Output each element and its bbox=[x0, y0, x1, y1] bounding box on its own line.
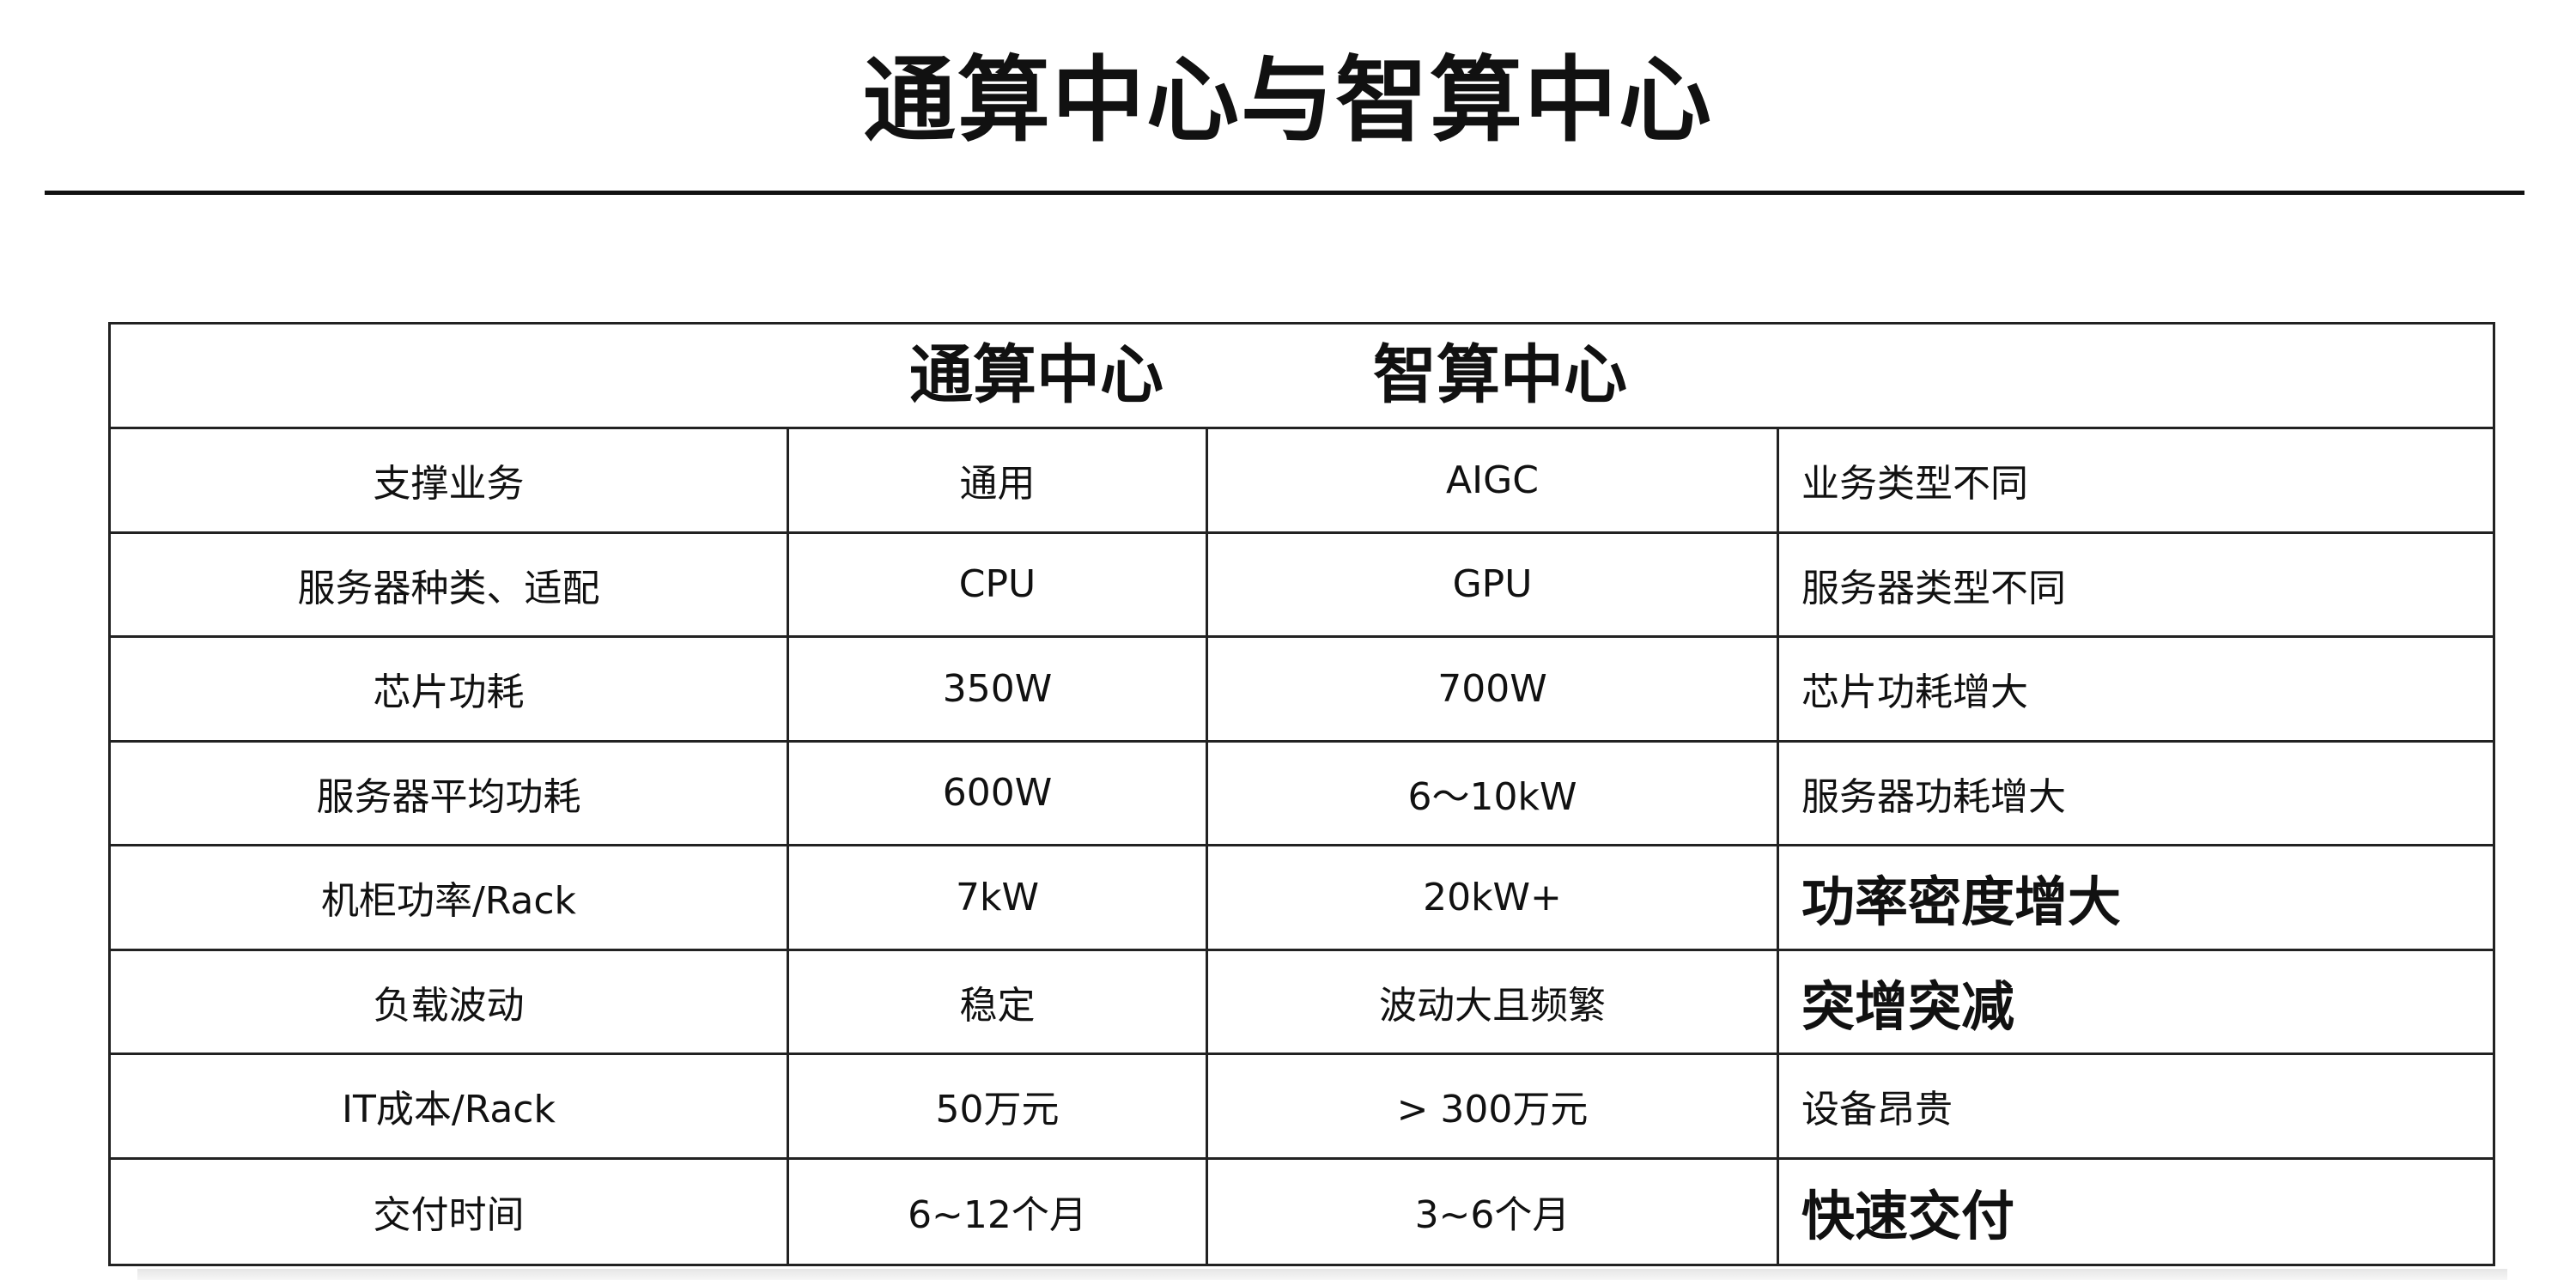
table-row: 支撑业务 通用 AIGC 业务类型不同 bbox=[111, 429, 2493, 534]
cell-item: IT成本/Rack bbox=[111, 1055, 789, 1157]
cell-general-computing: 6~12个月 bbox=[789, 1159, 1208, 1264]
cell-intelligent-computing: 波动大且频繁 bbox=[1208, 950, 1779, 1053]
table-row: 服务器种类、适配 CPU GPU 服务器类型不同 bbox=[111, 533, 2493, 638]
cell-intelligent-computing: 3~6个月 bbox=[1208, 1159, 1779, 1264]
cell-intelligent-computing: GPU bbox=[1208, 533, 1779, 635]
cell-intelligent-computing: AIGC bbox=[1208, 429, 1779, 531]
cell-item: 负载波动 bbox=[111, 950, 789, 1053]
cell-general-computing: 600W bbox=[789, 742, 1208, 844]
table-row: 机柜功率/Rack 7kW 20kW+ 功率密度增大 bbox=[111, 846, 2493, 951]
cell-intelligent-computing: 20kW+ bbox=[1208, 846, 1779, 949]
cell-general-computing: 稳定 bbox=[789, 950, 1208, 1053]
table-row: 芯片功耗 350W 700W 芯片功耗增大 bbox=[111, 638, 2493, 743]
cell-difference: 服务器类型不同 bbox=[1801, 566, 2066, 610]
header-intelligent-computing: 智算中心 bbox=[1373, 338, 1627, 412]
table-row: 交付时间 6~12个月 3~6个月 快速交付 bbox=[111, 1159, 2493, 1264]
cell-item: 支撑业务 bbox=[111, 429, 789, 531]
cell-difference: 突增突减 bbox=[1801, 974, 2015, 1038]
table-row: IT成本/Rack 50万元 > 300万元 设备昂贵 bbox=[111, 1055, 2493, 1160]
cell-difference: 服务器功耗增大 bbox=[1801, 774, 2066, 819]
scan-edge-shadow bbox=[137, 1269, 2507, 1280]
cell-item: 服务器平均功耗 bbox=[111, 742, 789, 844]
cell-general-computing: 350W bbox=[789, 638, 1208, 740]
cell-general-computing: 7kW bbox=[789, 846, 1208, 949]
cell-general-computing: 50万元 bbox=[789, 1055, 1208, 1157]
cell-difference: 快速交付 bbox=[1801, 1185, 2015, 1248]
cell-difference: 业务类型不同 bbox=[1801, 462, 2028, 507]
cell-difference: 芯片功耗增大 bbox=[1801, 670, 2028, 715]
cell-general-computing: CPU bbox=[789, 533, 1208, 635]
header-general-computing: 通算中心 bbox=[909, 338, 1163, 412]
table-row: 负载波动 稳定 波动大且频繁 突增突减 bbox=[111, 950, 2493, 1055]
page-title: 通算中心与智算中心 bbox=[862, 47, 1713, 155]
cell-item: 服务器种类、适配 bbox=[111, 533, 789, 635]
cell-intelligent-computing: > 300万元 bbox=[1208, 1055, 1779, 1157]
cell-item: 交付时间 bbox=[111, 1159, 789, 1264]
cell-intelligent-computing: 6～10kW bbox=[1208, 742, 1779, 844]
table-header-row: 通算中心 智算中心 bbox=[111, 325, 2493, 429]
cell-intelligent-computing: 700W bbox=[1208, 638, 1779, 740]
cell-item: 芯片功耗 bbox=[111, 638, 789, 740]
table-row: 服务器平均功耗 600W 6～10kW 服务器功耗增大 bbox=[111, 742, 2493, 846]
cell-difference: 设备昂贵 bbox=[1801, 1088, 1953, 1132]
cell-difference: 功率密度增大 bbox=[1801, 871, 2122, 934]
cell-item: 机柜功率/Rack bbox=[111, 846, 789, 949]
comparison-table: 通算中心 智算中心 支撑业务 通用 AIGC 业务类型不同服务器种类、适配 CPU GPU… bbox=[108, 322, 2495, 1266]
cell-general-computing: 通用 bbox=[789, 429, 1208, 531]
title-divider bbox=[45, 191, 2524, 195]
